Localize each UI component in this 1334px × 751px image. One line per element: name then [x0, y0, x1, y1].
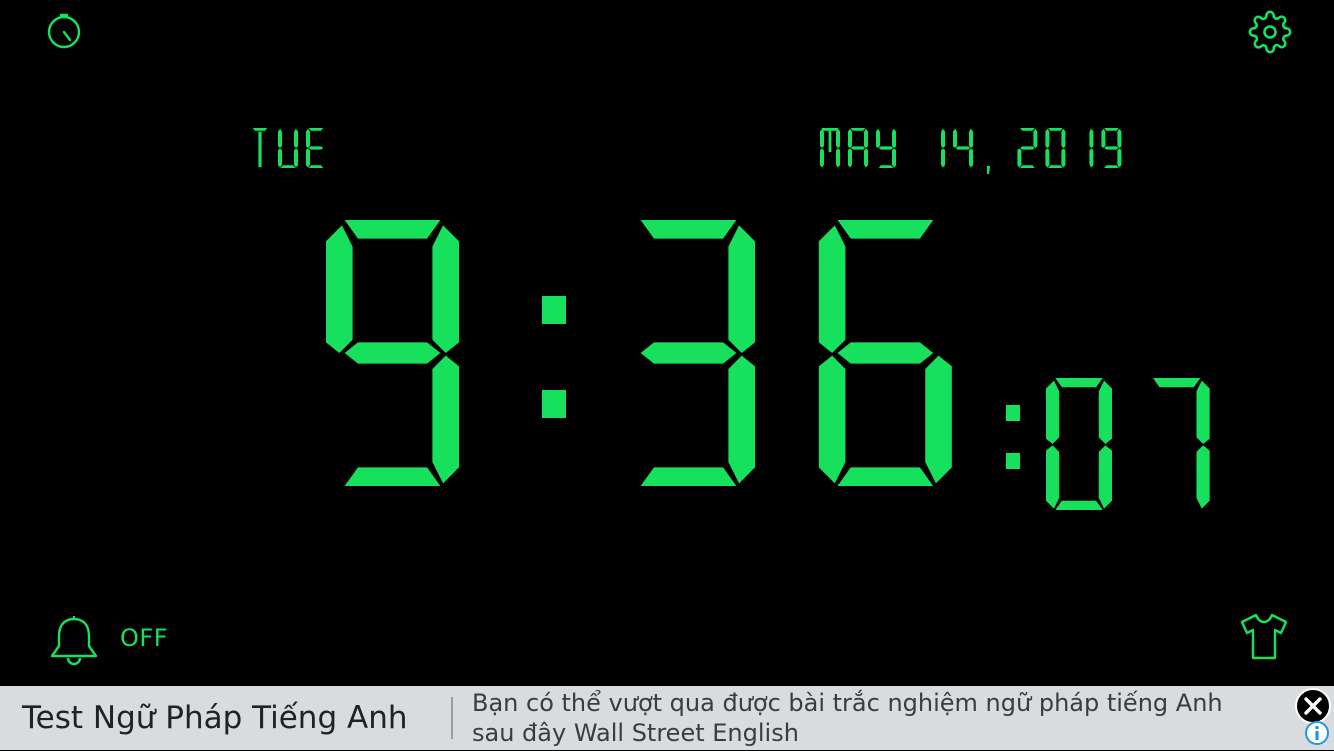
ad-body-line-1: Bạn có thể vượt qua được bài trắc nghiệm… [472, 689, 1223, 717]
stopwatch-icon[interactable] [44, 11, 84, 51]
ad-divider [451, 697, 453, 739]
clock-seconds [1046, 378, 1236, 514]
clock-colon [530, 296, 570, 422]
ad-title[interactable]: Test Ngữ Pháp Tiếng Anh [22, 700, 408, 736]
ad-body-line-2: sau đây Wall Street English [472, 719, 799, 747]
weekday-label [250, 128, 370, 172]
clock-minutes [622, 220, 992, 490]
ad-body[interactable]: Bạn có thể vượt qua được bài trắc nghiệm… [472, 688, 1272, 748]
tshirt-icon[interactable] [1238, 612, 1290, 662]
info-icon[interactable] [1304, 720, 1330, 751]
seconds-colon [1002, 405, 1026, 471]
ad-banner[interactable]: Test Ngữ Pháp Tiếng Anh Bạn có thể vượt … [0, 686, 1334, 750]
gear-icon[interactable] [1248, 10, 1292, 54]
bell-icon[interactable] [48, 612, 100, 666]
date-label [820, 128, 1220, 178]
clock-hours [326, 220, 496, 490]
alarm-status[interactable]: OFF [120, 624, 168, 652]
